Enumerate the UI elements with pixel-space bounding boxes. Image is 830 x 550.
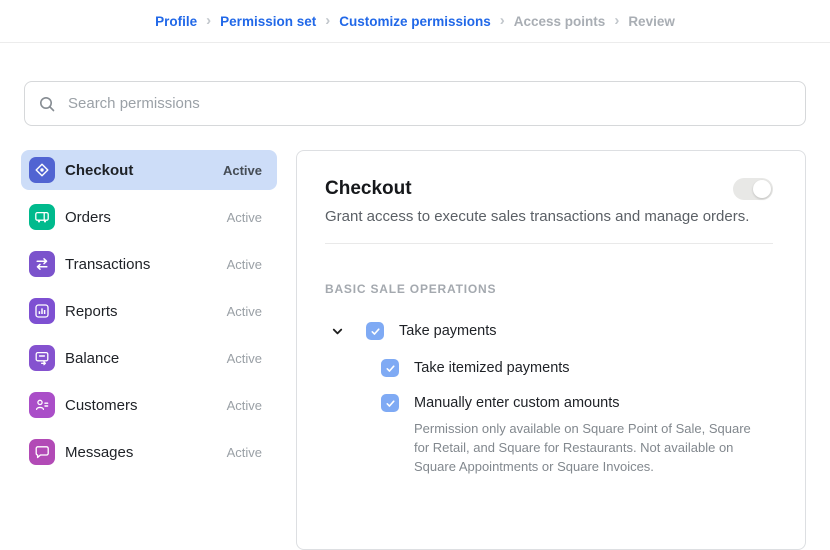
sidebar-item-reports[interactable]: Reports Active xyxy=(21,291,277,331)
sidebar-item-label: Balance xyxy=(65,349,120,367)
sidebar-item-messages[interactable]: Messages Active xyxy=(21,432,277,472)
status-badge: Active xyxy=(226,444,262,460)
chevron-right-icon: › xyxy=(206,11,212,29)
sidebar-item-checkout[interactable]: Checkout Active xyxy=(21,150,277,190)
permission-label: Take payments xyxy=(399,323,497,339)
sidebar-item-label: Messages xyxy=(65,443,134,461)
section-label: BASIC SALE OPERATIONS xyxy=(325,282,497,296)
sidebar-item-label: Orders xyxy=(65,208,111,226)
sidebar-item-label: Checkout xyxy=(65,161,134,179)
permission-row-take-payments: Take payments xyxy=(325,322,773,340)
divider xyxy=(325,243,773,244)
messages-icon xyxy=(29,439,55,465)
checkout-icon xyxy=(29,157,55,183)
chevron-right-icon: › xyxy=(325,11,331,29)
checkmark-icon xyxy=(370,327,380,335)
sidebar-item-label: Transactions xyxy=(65,255,151,273)
permission-label: Take itemized payments xyxy=(414,360,570,376)
breadcrumb-customize-permissions[interactable]: Customize permissions xyxy=(339,14,491,29)
status-badge: Active xyxy=(226,397,262,413)
sidebar-item-label: Reports xyxy=(65,302,118,320)
sidebar-item-balance[interactable]: Balance Active xyxy=(21,338,277,378)
panel-description: Grant access to execute sales transactio… xyxy=(325,208,750,225)
permission-detail-panel: Checkout Grant access to execute sales t… xyxy=(296,150,806,550)
take-payments-checkbox[interactable] xyxy=(366,322,384,340)
permission-row-manually-enter-custom-amounts: Manually enter custom amounts xyxy=(325,394,773,412)
sidebar-item-orders[interactable]: Orders Active xyxy=(21,197,277,237)
sidebar-item-customers[interactable]: Customers Active xyxy=(21,385,277,425)
permission-row-take-itemized-payments: Take itemized payments xyxy=(325,359,773,377)
sidebar-item-transactions[interactable]: Transactions Active xyxy=(21,244,277,284)
transactions-icon xyxy=(29,251,55,277)
breadcrumb-permission-set[interactable]: Permission set xyxy=(220,14,316,29)
chevron-right-icon: › xyxy=(614,11,620,29)
manually-enter-custom-amounts-checkbox[interactable] xyxy=(381,394,399,412)
panel-title: Checkout xyxy=(325,178,412,199)
chevron-down-icon[interactable] xyxy=(331,325,344,338)
status-badge: Active xyxy=(226,256,262,272)
checkmark-icon xyxy=(385,364,395,372)
search-bar[interactable] xyxy=(24,81,806,126)
breadcrumb: Profile › Permission set › Customize per… xyxy=(0,0,830,43)
checkout-toggle[interactable] xyxy=(733,178,773,200)
orders-icon xyxy=(29,204,55,230)
take-itemized-payments-checkbox[interactable] xyxy=(381,359,399,377)
status-badge: Active xyxy=(222,162,262,178)
customers-icon xyxy=(29,392,55,418)
search-icon xyxy=(40,96,55,111)
chevron-right-icon: › xyxy=(499,11,505,29)
breadcrumb-profile[interactable]: Profile xyxy=(155,14,197,29)
permission-note: Permission only available on Square Poin… xyxy=(414,421,751,474)
sidebar-item-label: Customers xyxy=(65,396,138,414)
status-badge: Active xyxy=(226,209,262,225)
balance-icon xyxy=(29,345,55,371)
search-input[interactable] xyxy=(66,94,792,113)
permissions-category-list: Checkout Active Orders Active Transactio… xyxy=(21,150,277,479)
checkmark-icon xyxy=(385,399,395,407)
status-badge: Active xyxy=(226,303,262,319)
breadcrumb-review: Review xyxy=(628,13,675,29)
breadcrumb-access-points: Access points xyxy=(513,13,606,29)
toggle-knob xyxy=(753,180,771,198)
status-badge: Active xyxy=(226,350,262,366)
reports-icon xyxy=(29,298,55,324)
permission-label: Manually enter custom amounts xyxy=(414,395,620,411)
